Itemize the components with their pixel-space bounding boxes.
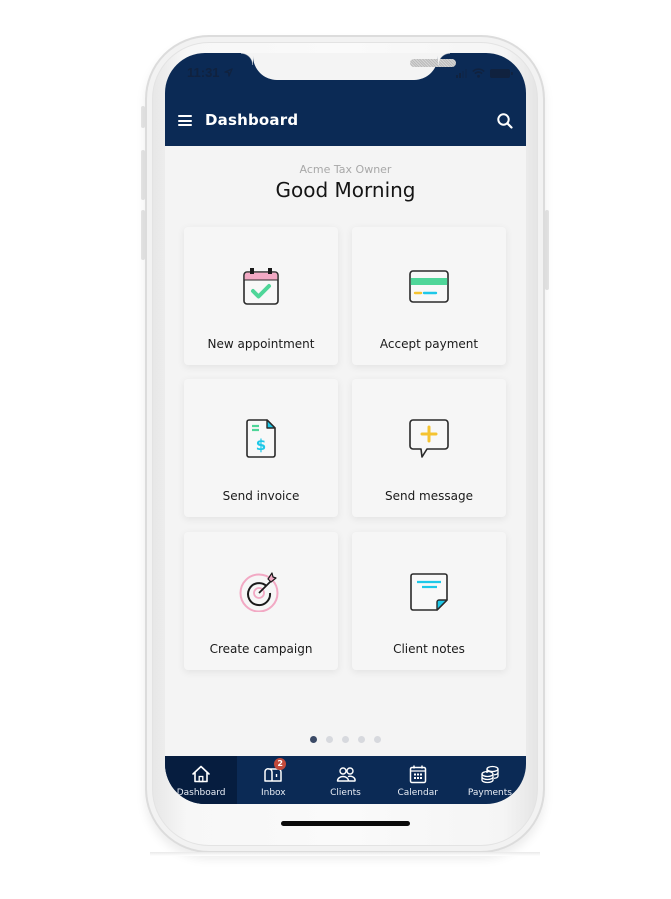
note-icon (410, 573, 448, 611)
users-icon (336, 767, 356, 782)
tile-label: Accept payment (379, 337, 479, 351)
page-indicator (165, 736, 526, 743)
credit-card-icon (409, 270, 449, 303)
speaker-grille (410, 59, 456, 67)
cellular-signal-icon (456, 68, 467, 78)
wifi-icon (472, 68, 485, 78)
new-appointment-tile[interactable]: New appointment (184, 227, 338, 365)
message-plus-icon (409, 419, 449, 458)
bottom-tab-bar: Dashboard 2 Inbox Clients Calendar Payme… (165, 756, 526, 804)
hamburger-menu-icon[interactable] (178, 115, 192, 126)
phone-shadow (150, 852, 540, 856)
tile-label: Send message (385, 489, 473, 503)
tab-label: Calendar (397, 788, 438, 798)
page-dot-1[interactable] (310, 736, 317, 743)
tab-payments[interactable]: Payments (454, 756, 526, 804)
greeting: Good Morning (275, 178, 416, 202)
page-dot-2[interactable] (326, 736, 333, 743)
status-time: 11:31 (187, 65, 233, 80)
page-dot-4[interactable] (358, 736, 365, 743)
battery-icon (490, 68, 513, 78)
page-dot-5[interactable] (374, 736, 381, 743)
coins-icon (481, 765, 499, 784)
status-indicators (456, 68, 513, 78)
tile-label: Create campaign (209, 642, 313, 656)
app-header: 11:31 Dashboard (165, 53, 526, 146)
tab-clients[interactable]: Clients (309, 756, 381, 804)
tab-label: Inbox (260, 788, 286, 798)
home-icon (192, 765, 210, 783)
calendar-icon (409, 765, 426, 784)
create-campaign-tile[interactable]: Create campaign (184, 532, 338, 670)
search-icon[interactable] (496, 112, 514, 130)
tab-label: Clients (330, 788, 361, 798)
tab-label: Dashboard (176, 788, 226, 798)
target-dart-icon (239, 572, 279, 612)
inbox-badge: 2 (274, 758, 287, 770)
calendar-check-icon (243, 268, 279, 305)
tile-label: Send invoice (222, 489, 300, 503)
status-time-text: 11:31 (187, 65, 220, 80)
home-indicator[interactable] (281, 821, 410, 826)
send-invoice-tile[interactable]: $ Send invoice (184, 379, 338, 517)
accept-payment-tile[interactable]: Accept payment (352, 227, 506, 365)
power-button (545, 210, 549, 290)
invoice-dollar-icon: $ (246, 419, 276, 458)
phone-screen: 11:31 Dashboard Acme Tax Owner Good Morn… (165, 53, 526, 804)
tab-calendar[interactable]: Calendar (382, 756, 454, 804)
page-dot-3[interactable] (342, 736, 349, 743)
page-title: Dashboard (205, 111, 299, 129)
svg-text:$: $ (256, 436, 266, 454)
client-notes-tile[interactable]: Client notes (352, 532, 506, 670)
tile-label: New appointment (207, 337, 315, 351)
tab-inbox[interactable]: 2 Inbox (237, 756, 309, 804)
business-name: Acme Tax Owner (299, 163, 392, 176)
send-message-tile[interactable]: Send message (352, 379, 506, 517)
tab-label: Payments (467, 788, 512, 798)
tab-dashboard[interactable]: Dashboard (165, 756, 238, 804)
notch (241, 53, 456, 80)
location-arrow-icon (224, 68, 233, 77)
tile-label: Client notes (393, 642, 465, 656)
